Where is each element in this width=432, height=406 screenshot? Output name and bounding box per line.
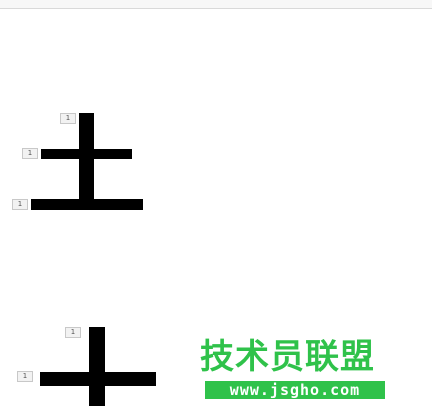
glyph-shi-horizontal-stroke[interactable] [40,372,156,386]
stroke-order-tag: 1 [65,327,81,338]
glyph-shi-vertical-stroke[interactable] [89,327,105,406]
glyph-tu-vertical-stroke[interactable] [79,113,94,208]
glyph-tu: 1 1 1 [0,0,160,220]
stroke-order-tag: 1 [60,113,76,124]
watermark-url: www.jsgho.com [205,381,385,399]
stroke-order-tag: 1 [12,199,28,210]
glyph-shi: 1 1 [0,300,170,406]
glyph-tu-lower-horizontal-stroke[interactable] [31,199,143,210]
stroke-order-tag: 1 [17,371,33,382]
glyph-tu-upper-horizontal-stroke[interactable] [41,149,132,159]
watermark-title: 技术员联盟 [200,337,375,377]
stroke-order-tag: 1 [22,148,38,159]
